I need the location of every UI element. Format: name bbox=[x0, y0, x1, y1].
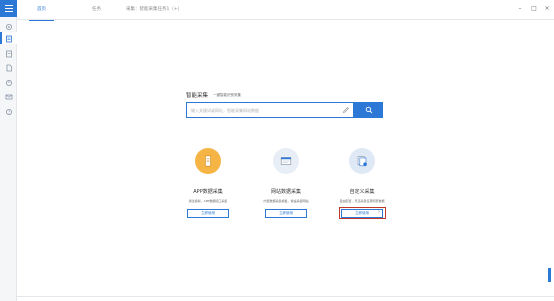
card-title: 自定义采集 bbox=[349, 189, 375, 195]
tab-home[interactable]: 首页 bbox=[29, 0, 54, 21]
use-now-button[interactable]: 立即使用 bbox=[265, 209, 307, 218]
tab-collect-task[interactable]: 采集：智能采集任务1（+） bbox=[126, 0, 182, 20]
rail-item-collect[interactable] bbox=[4, 34, 13, 43]
web-page-icon bbox=[273, 148, 299, 174]
search-icon bbox=[365, 106, 372, 114]
card-title: APP数据采集 bbox=[193, 189, 223, 195]
card-description: 通过模拟，APP数据接口采集 bbox=[188, 199, 228, 203]
card-description: 自由配置，灵活采集任意网页数据 bbox=[339, 199, 385, 203]
card-title: 网站数据采集 bbox=[270, 189, 301, 195]
gear-icon bbox=[5, 23, 12, 30]
minimize-icon[interactable]: – bbox=[514, 0, 526, 16]
rail-item-stats[interactable] bbox=[4, 78, 13, 87]
document-icon bbox=[5, 35, 12, 42]
message-icon bbox=[5, 94, 12, 99]
left-rail bbox=[0, 0, 17, 301]
rail-item-tasks[interactable] bbox=[4, 49, 13, 58]
pie-chart-icon bbox=[5, 79, 12, 86]
help-icon bbox=[5, 108, 12, 115]
file-icon bbox=[6, 64, 12, 71]
use-now-button[interactable]: 立即使用 bbox=[187, 209, 229, 218]
pencil-icon[interactable] bbox=[342, 106, 350, 114]
scrollbar[interactable] bbox=[548, 268, 551, 282]
menu-button[interactable] bbox=[0, 0, 17, 17]
search-title: 智能采集 bbox=[186, 93, 209, 99]
close-icon[interactable]: × bbox=[541, 0, 553, 16]
arrow-right-icon: › bbox=[378, 209, 380, 215]
maximize-icon[interactable]: □ bbox=[528, 0, 540, 16]
mobile-app-icon bbox=[195, 148, 221, 174]
clipboard-icon bbox=[5, 50, 12, 57]
rail-item-messages[interactable] bbox=[4, 92, 13, 101]
hamburger-icon bbox=[4, 5, 13, 12]
search-button[interactable] bbox=[354, 102, 383, 118]
search-subtitle: 一键智能识别采集 bbox=[213, 93, 241, 97]
search-box bbox=[186, 102, 354, 118]
rail-item-help[interactable] bbox=[4, 107, 13, 116]
bottom-divider bbox=[17, 296, 554, 297]
custom-doc-icon bbox=[349, 148, 375, 174]
tab-tasks[interactable]: 任务 bbox=[92, 0, 101, 20]
search-input[interactable] bbox=[191, 103, 341, 117]
rail-item-data[interactable] bbox=[4, 63, 13, 72]
card-app-collect: APP数据采集 通过模拟，APP数据接口采集 立即使用 bbox=[173, 144, 263, 224]
rail-item-home[interactable] bbox=[4, 22, 13, 31]
card-description: 内置数据采集模板，快速采集网站 bbox=[263, 199, 309, 203]
